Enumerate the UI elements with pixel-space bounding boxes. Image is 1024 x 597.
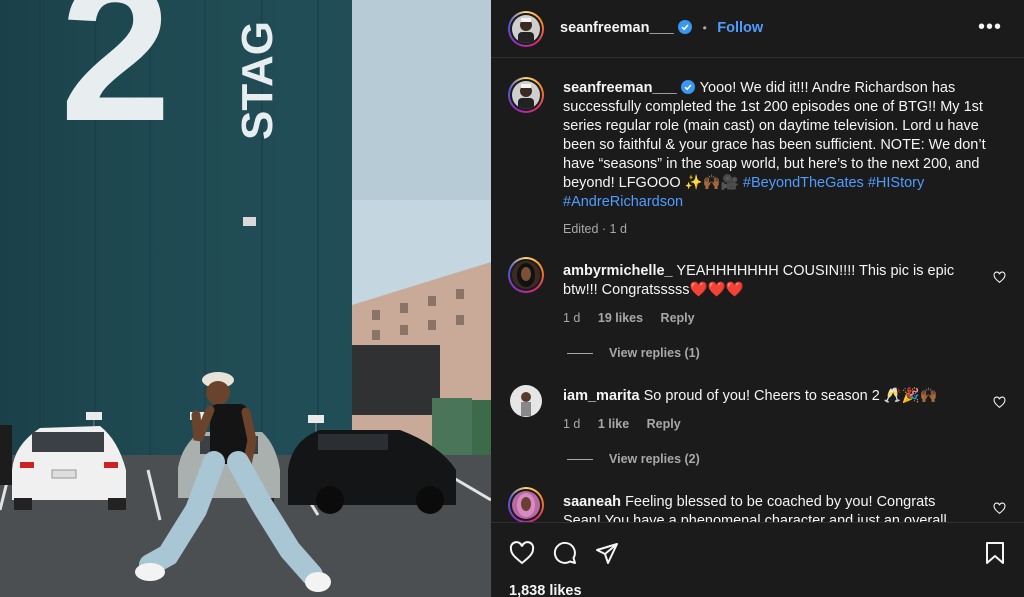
view-replies-label: View replies (2)	[609, 452, 700, 466]
building-stage-text: STAG	[233, 21, 282, 140]
comment-text: So proud of you! Cheers to season 2 🥂🎉🙌🏾	[643, 388, 938, 404]
more-options-icon[interactable]: •••	[978, 17, 1002, 37]
comment-username[interactable]: ambyrmichelle_	[563, 263, 673, 279]
comment-like-heart-icon[interactable]	[993, 502, 1006, 515]
follow-button[interactable]: Follow	[717, 20, 763, 36]
comment-bubble-icon[interactable]	[553, 541, 577, 565]
caption-avatar[interactable]	[508, 77, 544, 113]
comments-scroll-area[interactable]: seanfreeman___ Yooo! We did it!!! Andre R…	[491, 59, 1024, 522]
comment-avatar[interactable]	[508, 257, 544, 293]
post-caption: seanfreeman___ Yooo! We did it!!! Andre R…	[563, 79, 1003, 239]
post-details-pane: seanfreeman___ • Follow ••• seanfreeman_…	[491, 0, 1024, 597]
comment-item: iam_marita So proud of you! Cheers to se…	[563, 387, 973, 434]
photo-scene: 2 STAG	[0, 0, 491, 597]
hashtag-link[interactable]: #AndreRichardson	[563, 194, 683, 210]
verified-badge-icon	[678, 20, 693, 34]
comment-like-count[interactable]: 19 likes	[598, 311, 643, 325]
hashtag-link[interactable]: #BeyondTheGates	[743, 175, 864, 191]
building-number: 2	[60, 0, 171, 163]
like-heart-icon[interactable]	[509, 541, 535, 565]
save-bookmark-icon[interactable]	[984, 541, 1006, 565]
verified-badge-icon	[680, 80, 695, 94]
view-replies-button[interactable]: View replies (1)	[567, 346, 700, 360]
comment-item: ambyrmichelle_ YEAHHHHHHH COUSIN!!!! Thi…	[563, 262, 973, 328]
comment-like-heart-icon[interactable]	[993, 396, 1006, 409]
comment-text: Feeling blessed to be coached by you! Co…	[563, 494, 947, 522]
comment-time: 1 d	[563, 311, 581, 325]
comment-like-count[interactable]: 1 like	[598, 417, 629, 431]
caption-username[interactable]: seanfreeman___	[563, 80, 677, 96]
comment-avatar[interactable]	[508, 487, 544, 522]
author-username[interactable]: seanfreeman___	[560, 20, 674, 36]
comment-username[interactable]: saaneah	[563, 494, 621, 510]
comment-like-heart-icon[interactable]	[993, 271, 1006, 284]
share-send-icon[interactable]	[595, 541, 619, 565]
dot-separator: •	[702, 21, 707, 35]
view-replies-label: View replies (1)	[609, 346, 700, 360]
post-actions-bar: 1,838 likes	[491, 522, 1024, 597]
hashtag-link[interactable]: #HIStory	[868, 175, 924, 191]
caption-meta: Edited · 1 d	[563, 222, 627, 236]
reply-button[interactable]: Reply	[661, 311, 695, 325]
comment-username[interactable]: iam_marita	[563, 388, 640, 404]
view-replies-button[interactable]: View replies (2)	[567, 452, 700, 466]
comment-time: 1 d	[563, 417, 581, 431]
likes-count[interactable]: 1,838 likes	[509, 583, 582, 597]
comment-item: saaneah Feeling blessed to be coached by…	[563, 493, 973, 522]
author-avatar[interactable]	[508, 11, 544, 47]
post-header: seanfreeman___ • Follow •••	[491, 0, 1024, 58]
comment-avatar[interactable]	[510, 385, 542, 417]
reply-button[interactable]: Reply	[647, 417, 681, 431]
post-photo[interactable]: 2 STAG	[0, 0, 491, 597]
